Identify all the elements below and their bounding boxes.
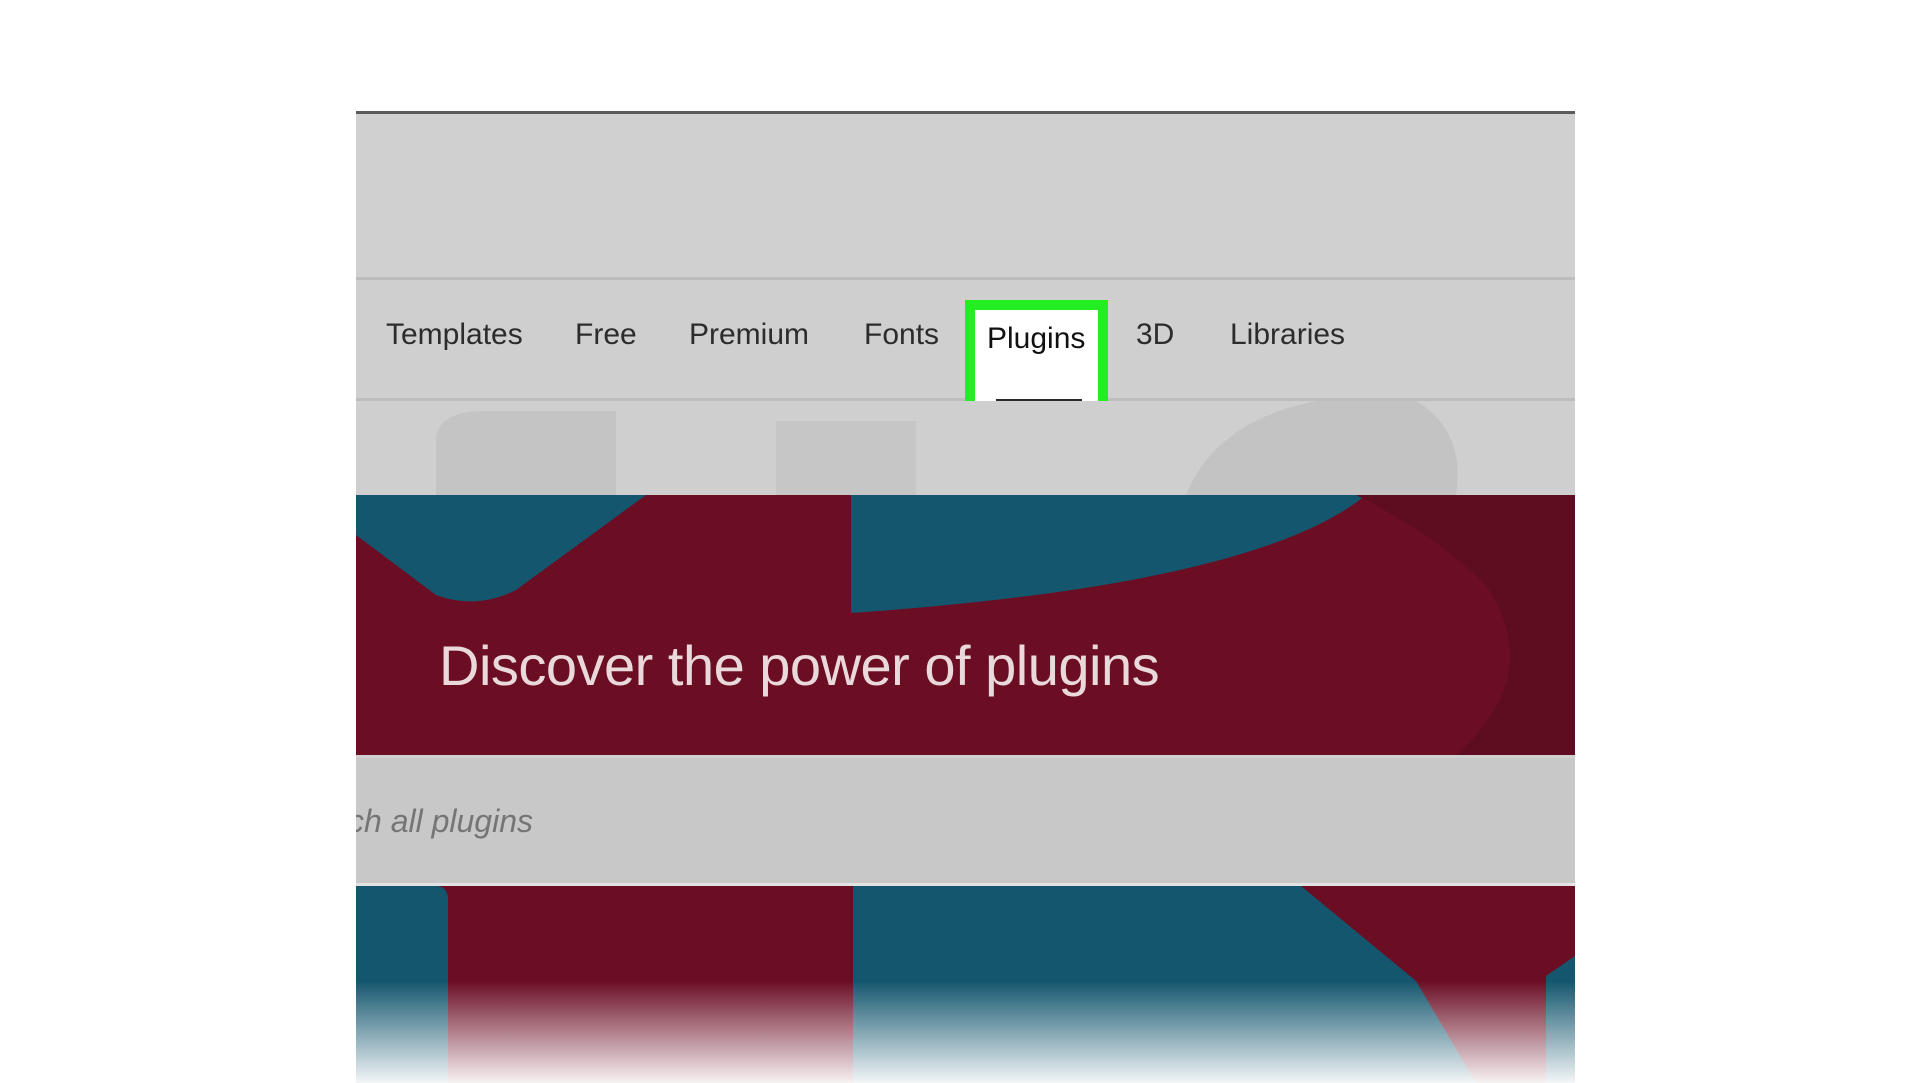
hero-background-shapes xyxy=(356,495,1575,755)
nav-item-plugins[interactable]: Plugins xyxy=(987,324,1085,354)
category-nav-bar: Templates Free Premium Fonts Plugins 3D … xyxy=(356,277,1575,428)
faded-logo-watermark xyxy=(436,401,1458,495)
nav-spacer xyxy=(356,401,1575,495)
nav-item-3d[interactable]: 3D xyxy=(1136,320,1174,350)
hero-banner: Discover the power of plugins xyxy=(356,495,1575,755)
browser-page-crop: Templates Free Premium Fonts Plugins 3D … xyxy=(356,111,1575,1083)
plugin-cards-preview xyxy=(356,886,1575,1083)
nav-item-premium[interactable]: Premium xyxy=(689,320,809,350)
nav-item-templates[interactable]: Templates xyxy=(386,320,523,350)
nav-item-free[interactable]: Free xyxy=(575,320,637,350)
nav-item-libraries[interactable]: Libraries xyxy=(1230,320,1345,350)
search-input[interactable] xyxy=(356,802,750,841)
nav-item-fonts[interactable]: Fonts xyxy=(864,320,939,350)
page-header-area xyxy=(356,114,1575,277)
search-bar-area xyxy=(356,758,1575,886)
hero-title: Discover the power of plugins xyxy=(439,634,1160,697)
bottom-fade xyxy=(356,981,1575,1083)
